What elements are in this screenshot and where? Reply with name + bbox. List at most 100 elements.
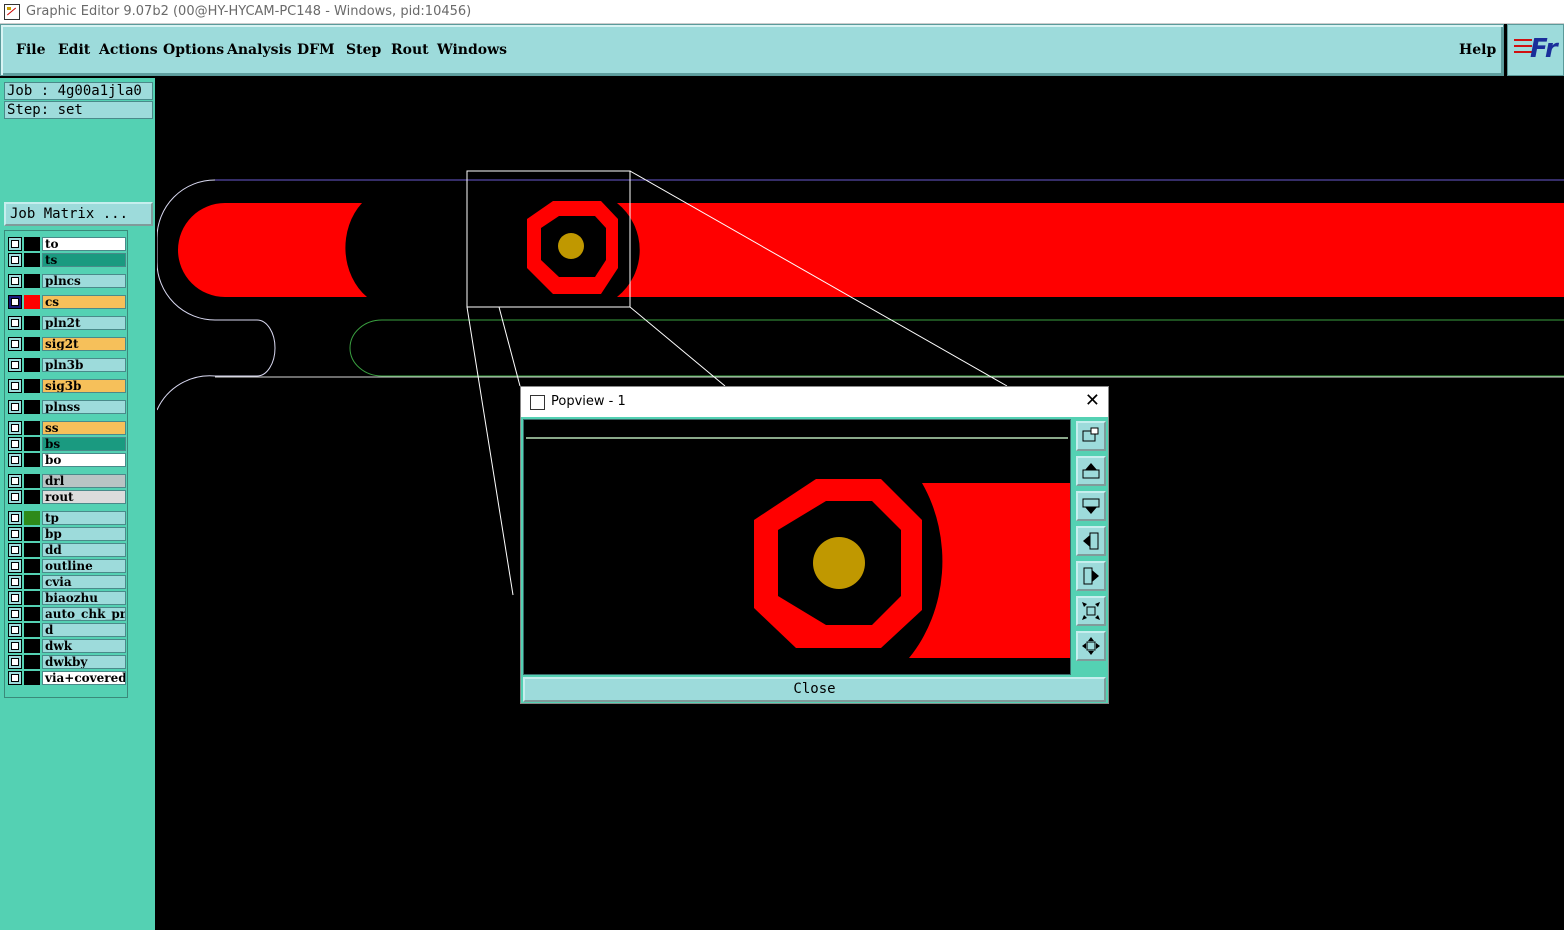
layer-name[interactable]: cs bbox=[42, 295, 126, 309]
layer-row-plnss[interactable]: plnss bbox=[7, 399, 127, 415]
layer-color-swatch[interactable] bbox=[24, 316, 40, 330]
zoom-home-button[interactable] bbox=[1076, 631, 1106, 661]
layer-row-bo[interactable]: bo bbox=[7, 452, 127, 468]
menu-dfm[interactable]: DFM bbox=[297, 42, 335, 58]
layer-row-via-covered[interactable]: via+covered bbox=[7, 670, 127, 686]
layer-row-dwkby[interactable]: dwkby bbox=[7, 654, 127, 670]
layer-row-bs[interactable]: bs bbox=[7, 436, 127, 452]
layer-checkbox[interactable] bbox=[8, 453, 22, 467]
layer-row-pln3b[interactable]: pln3b bbox=[7, 357, 127, 373]
popview-titlebar[interactable]: Popview - 1 ✕ bbox=[521, 387, 1108, 417]
menu-help[interactable]: Help bbox=[1459, 42, 1496, 58]
layer-name[interactable]: plncs bbox=[42, 274, 126, 288]
layer-name[interactable]: ts bbox=[42, 253, 126, 267]
layer-name[interactable]: pln3b bbox=[42, 358, 126, 372]
layer-row-dwk[interactable]: dwk bbox=[7, 638, 127, 654]
layer-checkbox[interactable] bbox=[8, 274, 22, 288]
layer-name[interactable]: sig3b bbox=[42, 379, 126, 393]
layer-color-swatch[interactable] bbox=[24, 623, 40, 637]
layer-name[interactable]: tp bbox=[42, 511, 126, 525]
layer-color-swatch[interactable] bbox=[24, 511, 40, 525]
layer-name[interactable]: outline bbox=[42, 559, 126, 573]
layer-checkbox[interactable] bbox=[8, 379, 22, 393]
menu-actions[interactable]: Actions bbox=[99, 42, 158, 58]
layer-color-swatch[interactable] bbox=[24, 490, 40, 504]
layer-row-tp[interactable]: tp bbox=[7, 510, 127, 526]
layer-name[interactable]: dwk bbox=[42, 639, 126, 653]
layer-row-auto-chk-pn[interactable]: auto_chk_pn bbox=[7, 606, 127, 622]
layer-name[interactable]: bs bbox=[42, 437, 126, 451]
layer-checkbox[interactable] bbox=[8, 295, 22, 309]
layer-name[interactable]: cvia bbox=[42, 575, 126, 589]
pan-left-button[interactable] bbox=[1076, 526, 1106, 556]
layer-checkbox[interactable] bbox=[8, 237, 22, 251]
layer-checkbox[interactable] bbox=[8, 527, 22, 541]
layer-color-swatch[interactable] bbox=[24, 543, 40, 557]
layer-checkbox[interactable] bbox=[8, 623, 22, 637]
layer-row-biaozhu[interactable]: biaozhu bbox=[7, 590, 127, 606]
layer-checkbox[interactable] bbox=[8, 358, 22, 372]
layer-row-ss[interactable]: ss bbox=[7, 420, 127, 436]
menu-analysis[interactable]: Analysis bbox=[227, 42, 292, 58]
layer-color-swatch[interactable] bbox=[24, 437, 40, 451]
popview-close-button[interactable]: Close bbox=[523, 677, 1106, 702]
layer-color-swatch[interactable] bbox=[24, 639, 40, 653]
job-matrix-button[interactable]: Job Matrix ... bbox=[4, 202, 153, 226]
pan-up-button[interactable] bbox=[1076, 456, 1106, 486]
layer-row-bp[interactable]: bp bbox=[7, 526, 127, 542]
layer-checkbox[interactable] bbox=[8, 607, 22, 621]
layer-row-to[interactable]: to bbox=[7, 236, 127, 252]
layer-checkbox[interactable] bbox=[8, 639, 22, 653]
menu-options[interactable]: Options bbox=[163, 42, 224, 58]
layer-checkbox[interactable] bbox=[8, 253, 22, 267]
layer-color-swatch[interactable] bbox=[24, 337, 40, 351]
layer-name[interactable]: biaozhu bbox=[42, 591, 126, 605]
layer-row-sig2t[interactable]: sig2t bbox=[7, 336, 127, 352]
layer-name[interactable]: bo bbox=[42, 453, 126, 467]
layer-color-swatch[interactable] bbox=[24, 274, 40, 288]
layer-name[interactable]: via+covered bbox=[42, 671, 126, 685]
layer-row-dd[interactable]: dd bbox=[7, 542, 127, 558]
layer-name[interactable]: to bbox=[42, 237, 126, 251]
layer-name[interactable]: dd bbox=[42, 543, 126, 557]
layer-color-swatch[interactable] bbox=[24, 237, 40, 251]
menu-windows[interactable]: Windows bbox=[437, 42, 507, 58]
layer-name[interactable]: d bbox=[42, 623, 126, 637]
layer-color-swatch[interactable] bbox=[24, 671, 40, 685]
layer-checkbox[interactable] bbox=[8, 421, 22, 435]
layer-row-pln2t[interactable]: pln2t bbox=[7, 315, 127, 331]
layer-color-swatch[interactable] bbox=[24, 575, 40, 589]
layer-name[interactable]: drl bbox=[42, 474, 126, 488]
layer-checkbox[interactable] bbox=[8, 437, 22, 451]
zoom-out-button[interactable] bbox=[1076, 596, 1106, 626]
layer-row-sig3b[interactable]: sig3b bbox=[7, 378, 127, 394]
layer-checkbox[interactable] bbox=[8, 400, 22, 414]
layer-color-swatch[interactable] bbox=[24, 655, 40, 669]
layer-row-ts[interactable]: ts bbox=[7, 252, 127, 268]
popview-viewport[interactable] bbox=[523, 419, 1071, 675]
layer-name[interactable]: sig2t bbox=[42, 337, 126, 351]
layer-checkbox[interactable] bbox=[8, 316, 22, 330]
layer-row-plncs[interactable]: plncs bbox=[7, 273, 127, 289]
close-icon[interactable]: ✕ bbox=[1085, 390, 1100, 411]
layer-row-d[interactable]: d bbox=[7, 622, 127, 638]
layer-name[interactable]: ss bbox=[42, 421, 126, 435]
layer-color-swatch[interactable] bbox=[24, 591, 40, 605]
layer-color-swatch[interactable] bbox=[24, 379, 40, 393]
layer-checkbox[interactable] bbox=[8, 591, 22, 605]
layer-color-swatch[interactable] bbox=[24, 358, 40, 372]
layer-color-swatch[interactable] bbox=[24, 607, 40, 621]
menu-rout[interactable]: Rout bbox=[391, 42, 429, 58]
layer-row-rout[interactable]: rout bbox=[7, 489, 127, 505]
layer-checkbox[interactable] bbox=[8, 543, 22, 557]
layer-name[interactable]: rout bbox=[42, 490, 126, 504]
zoom-window-button[interactable] bbox=[1076, 421, 1106, 451]
layer-name[interactable]: plnss bbox=[42, 400, 126, 414]
layer-checkbox[interactable] bbox=[8, 655, 22, 669]
layer-checkbox[interactable] bbox=[8, 671, 22, 685]
layer-row-drl[interactable]: drl bbox=[7, 473, 127, 489]
layer-row-outline[interactable]: outline bbox=[7, 558, 127, 574]
layer-name[interactable]: dwkby bbox=[42, 655, 126, 669]
layer-color-swatch[interactable] bbox=[24, 400, 40, 414]
layer-row-cs[interactable]: cs bbox=[7, 294, 127, 310]
